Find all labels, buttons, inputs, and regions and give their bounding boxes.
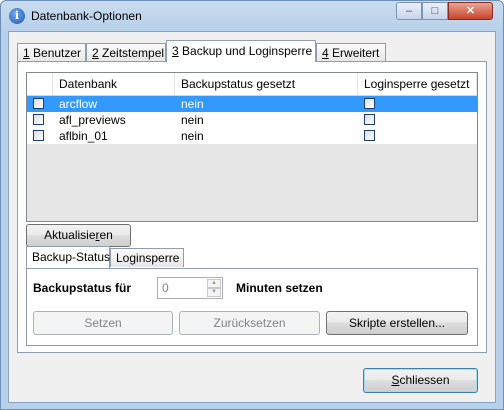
dialog-window: i Datenbank-Optionen – □ ✕ 1 Benutzer 2 …	[0, 0, 504, 410]
tab-panel-backup: Datenbank Backupstatus gesetzt Loginsper…	[17, 61, 487, 353]
tab-label: Backup und Loginsperre	[178, 44, 313, 58]
tab-label: Benutzer	[29, 46, 82, 60]
button-label: Aktualisie	[44, 228, 96, 242]
backup-status-panel: Backupstatus für 0 ▲ ▼ Minuten setzen Se…	[26, 268, 478, 346]
backup-status: nein	[181, 113, 204, 127]
loginsperre-checkbox[interactable]	[364, 130, 375, 141]
column-header-datenbank[interactable]: Datenbank	[53, 73, 175, 95]
spin-up-icon[interactable]: ▲	[207, 279, 221, 288]
database-list[interactable]: Datenbank Backupstatus gesetzt Loginsper…	[26, 72, 478, 222]
backup-status: nein	[181, 97, 204, 111]
minutes-stepper[interactable]: 0 ▲ ▼	[157, 277, 223, 299]
column-header-loginsperre[interactable]: Loginsperre gesetzt	[358, 73, 477, 95]
table-row[interactable]: afl_previews nein	[27, 112, 477, 128]
minutes-value: 0	[162, 281, 169, 295]
maximize-button[interactable]: □	[422, 2, 448, 20]
tab-accel: 3	[172, 44, 179, 58]
table-row[interactable]: aflbin_01 nein	[27, 128, 477, 144]
close-window-button[interactable]: ✕	[448, 2, 493, 20]
minimize-button[interactable]: –	[396, 2, 422, 20]
column-header-backupstatus[interactable]: Backupstatus gesetzt	[175, 73, 358, 95]
dialog-body: 1 Benutzer 2 Zeitstempel 3 Backup und Lo…	[8, 31, 496, 403]
database-name: aflbin_01	[59, 129, 108, 143]
loginsperre-checkbox[interactable]	[364, 98, 375, 109]
create-scripts-button[interactable]: Skripte erstellen...	[326, 311, 468, 335]
tab-label: Erweitert	[328, 46, 380, 60]
backup-label: Backupstatus für	[33, 281, 132, 295]
tab-benutzer[interactable]: 1 Benutzer	[17, 43, 86, 62]
row-checkbox[interactable]	[33, 98, 44, 109]
info-icon: i	[9, 8, 25, 24]
tab-zeitstempel[interactable]: 2 Zeitstempel	[86, 43, 166, 62]
window-title: Datenbank-Optionen	[31, 9, 142, 23]
row-checkbox[interactable]	[33, 130, 44, 141]
subtab-backup-status[interactable]: Backup-Status	[26, 246, 110, 268]
set-button[interactable]: Setzen	[33, 311, 173, 335]
subtab-loginsperre[interactable]: Loginsperre	[110, 248, 184, 267]
database-name: afl_previews	[59, 113, 126, 127]
list-header: Datenbank Backupstatus gesetzt Loginsper…	[27, 73, 477, 96]
row-checkbox[interactable]	[33, 114, 44, 125]
reset-button[interactable]: Zurücksetzen	[179, 311, 320, 335]
button-label: chliessen	[399, 373, 450, 387]
tab-backup-loginsperre[interactable]: 3 Backup und Loginsperre	[166, 40, 316, 62]
tab-accel: 4	[322, 46, 329, 60]
refresh-button[interactable]: Aktualisieren	[26, 224, 131, 247]
tab-label: Zeitstempel	[98, 46, 165, 60]
loginsperre-checkbox[interactable]	[364, 114, 375, 125]
button-label: en	[99, 228, 113, 242]
header-checkbox-column[interactable]	[27, 73, 53, 95]
tab-accel: 2	[92, 46, 99, 60]
title-bar[interactable]: i Datenbank-Optionen – □ ✕	[1, 1, 503, 31]
minutes-label: Minuten setzen	[236, 281, 323, 295]
database-name: arcflow	[59, 97, 98, 111]
tab-erweitert[interactable]: 4 Erweitert	[316, 43, 386, 62]
tab-accel: 1	[23, 46, 30, 60]
backup-status: nein	[181, 129, 204, 143]
close-button[interactable]: Schliessen	[363, 368, 478, 393]
table-row[interactable]: arcflow nein	[27, 96, 477, 112]
spin-down-icon[interactable]: ▼	[207, 288, 221, 297]
